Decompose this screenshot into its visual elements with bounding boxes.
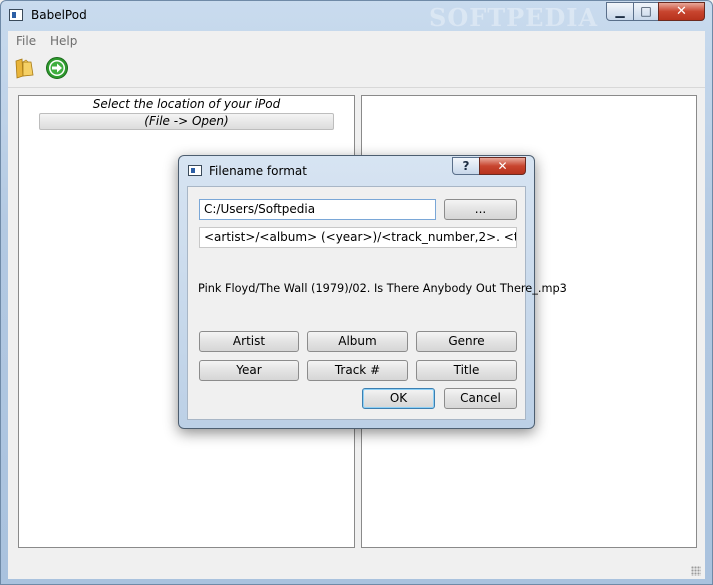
artist-button[interactable]: Artist [199,331,299,352]
app-icon [9,9,23,21]
title-button[interactable]: Title [416,360,517,381]
help-icon: ? [462,159,470,173]
minimize-icon: ▁ [615,4,625,18]
menu-file[interactable]: File [16,34,36,48]
destination-path-input[interactable]: C:/Users/Softpedia [199,199,436,220]
dialog-body: C:/Users/Softpedia ... <artist>/<album> … [187,186,567,420]
dialog-icon [188,165,202,176]
go-arrow-icon[interactable] [45,56,69,80]
softpedia-watermark: SOFTPEDIA [429,3,599,32]
filename-format-dialog: Filename format ? ✕ C:/Users/Softpedia .… [178,155,567,429]
genre-button[interactable]: Genre [416,331,517,352]
help-button[interactable]: ? [452,157,480,175]
resize-grip[interactable] [691,566,701,576]
close-button[interactable]: ✕ [658,2,705,21]
file-open-hint: (File -> Open) [39,113,334,130]
title-bar[interactable]: BabelPod SOFTPEDIA ▁ □ ✕ [1,1,712,32]
cancel-button[interactable]: Cancel [444,388,517,409]
minimize-button[interactable]: ▁ [606,2,634,21]
window-title: BabelPod [31,8,87,22]
menu-bar: File Help [8,31,705,51]
dialog-title: Filename format [209,164,307,178]
toolbar [8,51,705,88]
maximize-button[interactable]: □ [633,2,659,21]
dialog-close-button[interactable]: ✕ [479,157,526,175]
ok-button[interactable]: OK [362,388,435,409]
close-icon: ✕ [497,159,508,173]
album-button[interactable]: Album [307,331,408,352]
menu-help[interactable]: Help [50,34,77,48]
folder-open-icon[interactable] [14,57,36,79]
ipod-location-hint: Select the location of your iPod [92,97,281,111]
year-button[interactable]: Year [199,360,299,381]
status-bar [8,555,705,579]
track-number-button[interactable]: Track # [307,360,408,381]
close-icon: ✕ [676,4,687,19]
filename-pattern-input[interactable]: <artist>/<album> (<year>)/<track_number,… [199,227,517,248]
filename-preview: Pink Floyd/The Wall (1979)/02. Is There … [198,282,567,295]
browse-button[interactable]: ... [444,199,517,220]
maximize-icon: □ [640,4,652,18]
